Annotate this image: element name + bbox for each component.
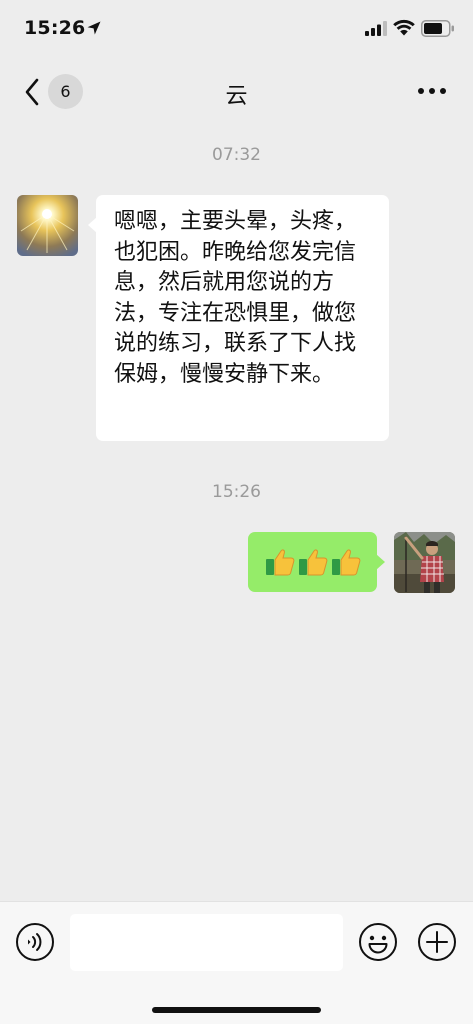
battery-icon [421,20,454,37]
wifi-icon [393,19,415,36]
golden-light-avatar-icon [17,195,78,256]
more-functions-button[interactable] [417,922,457,966]
more-options-button[interactable] [410,76,454,106]
thumbs-up-emoji-icon [265,549,294,576]
location-arrow-icon [87,21,101,35]
user-avatar[interactable] [394,532,455,593]
user-photo-avatar-icon [394,532,455,593]
emoji-button[interactable] [358,922,398,966]
smiley-icon [359,923,397,961]
contact-avatar[interactable] [17,195,78,256]
voice-icon [16,923,54,961]
chat-title: 云 [225,84,248,109]
message-timestamp: 07:32 [212,145,261,165]
message-timestamp: 15:26 [212,482,261,502]
incoming-message-bubble[interactable]: 嗯嗯，主要头晕，头疼，也犯困。昨晚给您发完信息，然后就用您说的方法，专注在恐惧里… [88,195,389,441]
voice-button[interactable] [15,922,55,966]
plus-icon [418,923,456,961]
status-bar: 15:26 [0,0,473,60]
chat-input-bar [0,901,473,1024]
home-indicator[interactable] [152,1007,321,1013]
thumbs-up-emoji-icon [331,549,360,576]
chat-header: 6 云 [0,60,473,122]
ellipsis-icon [418,88,446,94]
thumbs-up-emoji-icon [298,549,327,576]
chat-screen: 15:26 6 云 07:32 嗯嗯，主要头晕，头疼，也犯困。昨晚给您发完信息，… [0,0,473,1024]
outgoing-message-bubble[interactable] [248,532,385,592]
status-time: 15:26 [24,17,86,39]
message-input[interactable] [70,914,343,971]
message-text: 嗯嗯，主要头晕，头疼，也犯困。昨晚给您发完信息，然后就用您说的方法，专注在恐惧里… [114,209,357,387]
cell-signal-icon [365,21,387,36]
